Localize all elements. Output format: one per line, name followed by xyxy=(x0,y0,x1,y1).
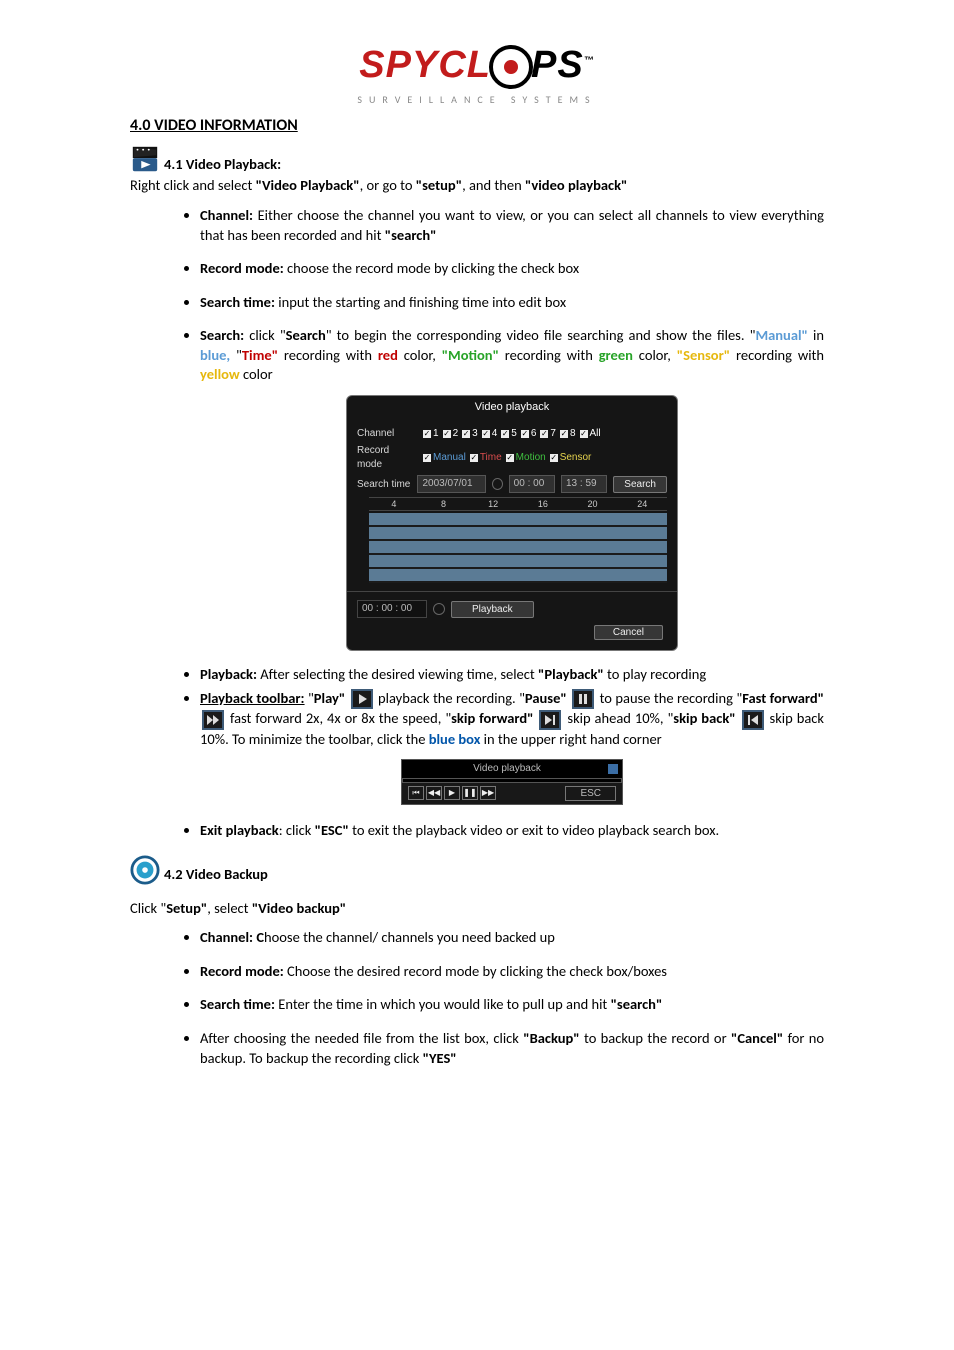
bullet-toolbar: Playback toolbar: "Play" playback the re… xyxy=(200,689,824,806)
timeline-tracks xyxy=(369,513,667,583)
playback-mini-toolbar: Video playback ⏮ ◀◀ ▶ ❚❚ ▶▶ ESC xyxy=(401,759,623,805)
minimize-box-icon[interactable] xyxy=(608,764,618,774)
mini-ff-icon[interactable]: ▶▶ xyxy=(480,786,496,800)
pause-icon xyxy=(572,689,594,709)
search-button[interactable]: Search xyxy=(613,476,667,494)
subhead-4-1: 4.1 Video Playback: xyxy=(130,144,824,174)
bullet-42-channel: Channel: Choose the channel/ channels yo… xyxy=(200,928,824,948)
logo-subtitle: SURVEILLANCE SYSTEMS xyxy=(357,93,596,107)
bullet-exit-playback: Exit playback: click "ESC" to exit the p… xyxy=(200,821,824,841)
backup-icon xyxy=(130,855,160,885)
time-to-input[interactable]: 13 : 59 xyxy=(561,475,607,493)
subhead-4-2: 4.2 Video Backup xyxy=(130,855,824,885)
video-playback-dialog: Video playback Channel ✓1 ✓2 ✓3 ✓4 ✓5 ✓6… xyxy=(346,395,678,651)
skip-back-icon xyxy=(742,710,764,730)
cancel-button[interactable]: Cancel xyxy=(594,625,663,640)
play-icon xyxy=(351,689,373,709)
skip-forward-icon xyxy=(539,710,561,730)
bullet-42-after: After choosing the needed file from the … xyxy=(200,1029,824,1068)
mini-skip-back-icon[interactable]: ⏮ xyxy=(408,786,424,800)
bullet-42-record: Record mode: Choose the desired record m… xyxy=(200,962,824,982)
channel-checks: ✓1 ✓2 ✓3 ✓4 ✓5 ✓6 ✓7 ✓8 ✓All xyxy=(423,427,601,441)
logo-text-right: PS xyxy=(531,44,584,86)
bullet-42-searchtime: Search time: Enter the time in which you… xyxy=(200,995,824,1015)
intro-4-2: Click "Setup", select "Video backup" xyxy=(130,899,824,919)
logo: SPYCLPS™ SURVEILLANCE SYSTEMS xyxy=(130,40,824,109)
mini-play-icon[interactable]: ▶ xyxy=(444,786,460,800)
bullet-playback: Playback: After selecting the desired vi… xyxy=(200,665,824,685)
dialog-title: Video playback xyxy=(347,396,677,419)
playback-button[interactable]: Playback xyxy=(451,601,534,619)
time-from-input[interactable]: 00 : 00 xyxy=(509,475,555,493)
logo-eye-icon xyxy=(489,45,533,89)
mini-step-back-icon[interactable]: ◀◀ xyxy=(426,786,442,800)
fast-forward-icon xyxy=(202,710,224,730)
calendar-icon[interactable] xyxy=(492,478,503,490)
playback-time: 00 : 00 : 00 xyxy=(357,600,427,618)
playback-icon xyxy=(130,144,160,174)
logo-text-left: SPYCL xyxy=(359,44,491,86)
bullet-record-mode: Record mode: choose the record mode by c… xyxy=(200,259,824,279)
bullet-search: Search: click "Search" to begin the corr… xyxy=(200,326,824,651)
section-title: 4.0 VIDEO INFORMATION xyxy=(130,115,824,137)
bullet-search-time: Search time: input the starting and fini… xyxy=(200,293,824,313)
mini-pause-icon[interactable]: ❚❚ xyxy=(462,786,478,800)
bullet-channel: Channel: Either choose the channel you w… xyxy=(200,206,824,245)
mini-esc-button[interactable]: ESC xyxy=(565,786,616,802)
mode-checks: ✓Manual ✓Time ✓Motion ✓Sensor xyxy=(423,451,591,465)
intro-4-1: Right click and select "Video Playback",… xyxy=(130,176,824,196)
clock-icon xyxy=(433,603,445,615)
date-input[interactable]: 2003/07/01 xyxy=(417,475,485,493)
